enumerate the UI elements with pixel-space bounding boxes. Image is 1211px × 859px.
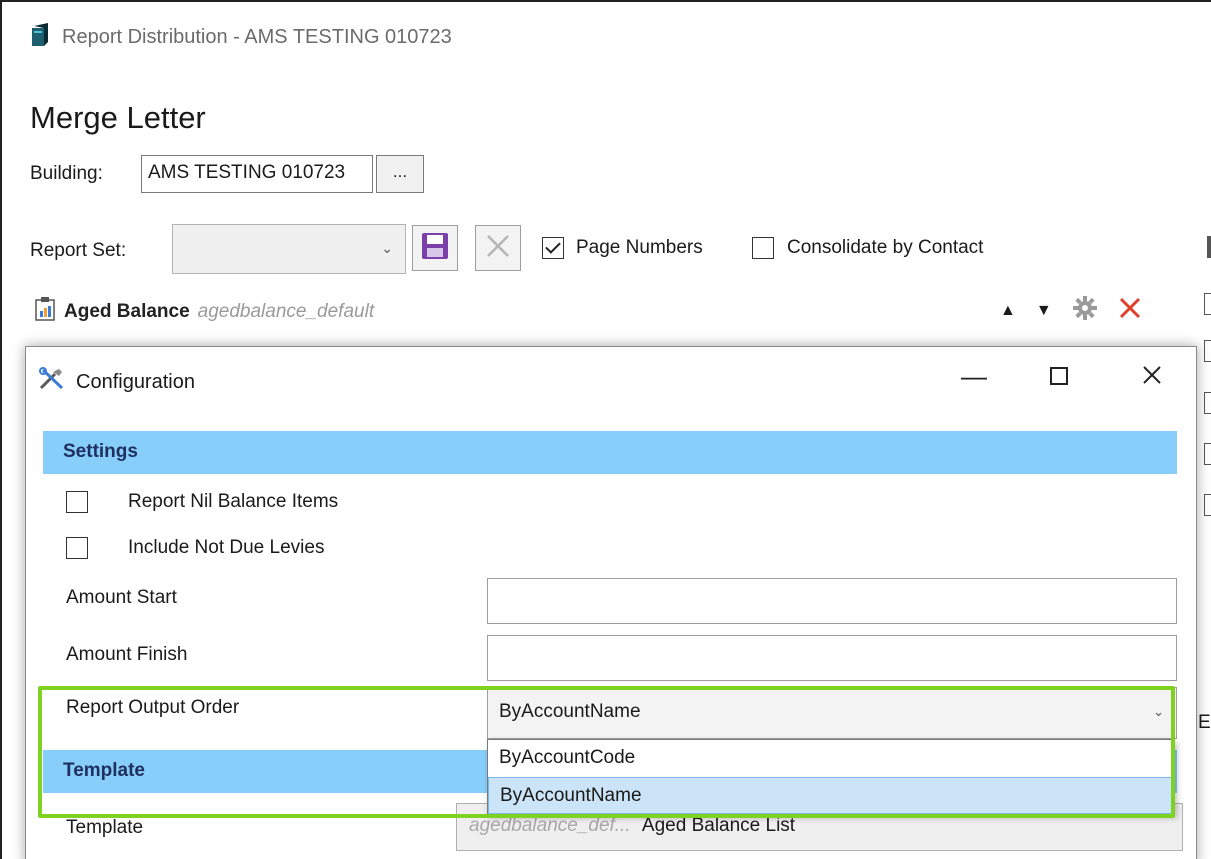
report-set-dropdown[interactable]: ⌄ <box>172 224 406 274</box>
edge-marker <box>1207 236 1211 258</box>
chevron-down-icon: ⌄ <box>1153 704 1164 719</box>
save-report-set-button[interactable] <box>412 225 458 271</box>
output-order-label: Report Output Order <box>66 697 240 718</box>
option-by-account-name[interactable]: ByAccountName <box>488 777 1174 814</box>
tools-icon <box>38 367 66 397</box>
gear-icon[interactable] <box>1072 295 1098 326</box>
template-label: Template <box>66 817 144 838</box>
report-document-icon <box>34 297 56 327</box>
app-logo-icon <box>30 22 52 53</box>
window-title: Report Distribution - AMS TESTING 010723 <box>62 26 452 48</box>
amount-start-input[interactable] <box>487 578 1177 624</box>
report-item-row[interactable]: Aged Balance agedbalance_default <box>34 297 374 327</box>
window-title-bar: Report Distribution - AMS TESTING 010723 <box>30 22 452 53</box>
report-item-toolbar: ▲ ▼ <box>1000 295 1142 326</box>
include-not-due-checkbox[interactable] <box>66 537 88 559</box>
edge-checkbox <box>1204 494 1211 516</box>
report-item-name: Aged Balance <box>64 301 190 322</box>
dialog-title: Configuration <box>76 370 195 393</box>
move-down-icon[interactable]: ▼ <box>1036 302 1052 320</box>
template-name: Aged Balance List <box>641 815 796 836</box>
include-not-due-row: Include Not Due Levies <box>66 537 324 559</box>
close-icon <box>1142 361 1162 391</box>
include-not-due-label: Include Not Due Levies <box>128 537 325 558</box>
close-dialog-button[interactable] <box>1129 361 1175 392</box>
report-nil-row: Report Nil Balance Items <box>66 491 338 513</box>
close-icon <box>484 232 512 265</box>
maximize-icon <box>1050 367 1068 385</box>
edge-checkbox <box>1204 293 1211 315</box>
edge-checkbox <box>1204 443 1211 465</box>
dialog-title-bar: Configuration <box>38 367 195 397</box>
page-numbers-label: Page Numbers <box>576 237 703 258</box>
edge-checkbox <box>1204 340 1211 362</box>
page-numbers-checkbox[interactable] <box>542 237 564 259</box>
move-up-icon[interactable]: ▲ <box>1000 302 1016 320</box>
output-order-dropdown[interactable]: ByAccountName ⌄ <box>487 687 1177 739</box>
page-title: Merge Letter <box>30 100 206 135</box>
settings-section-header: Settings <box>43 431 1177 474</box>
minimize-button[interactable]: — <box>951 361 997 392</box>
building-field[interactable]: AMS TESTING 010723 <box>141 155 373 193</box>
template-code: agedbalance_def... <box>469 815 631 836</box>
consolidate-checkbox[interactable] <box>752 237 774 259</box>
report-nil-label: Report Nil Balance Items <box>128 491 339 512</box>
delete-icon[interactable] <box>1118 296 1142 325</box>
amount-start-label: Amount Start <box>66 587 177 608</box>
edge-checkbox <box>1204 392 1211 414</box>
report-item-template: agedbalance_default <box>197 301 375 322</box>
edge-text: E <box>1198 712 1211 733</box>
consolidate-label: Consolidate by Contact <box>787 237 984 258</box>
output-order-value: ByAccountName <box>499 701 641 722</box>
delete-report-set-button[interactable] <box>475 225 521 271</box>
chevron-down-icon: ⌄ <box>381 240 393 256</box>
report-set-label: Report Set: <box>30 240 127 261</box>
configuration-dialog: Configuration — Settings Report Nil Bala… <box>25 346 1197 859</box>
browse-building-button[interactable]: ... <box>376 155 424 193</box>
save-icon <box>420 231 450 266</box>
report-nil-checkbox[interactable] <box>66 491 88 513</box>
output-order-options-list: ByAccountCode ByAccountName <box>487 739 1175 815</box>
amount-finish-input[interactable] <box>487 635 1177 681</box>
maximize-button[interactable] <box>1036 361 1082 392</box>
option-by-account-code[interactable]: ByAccountCode <box>488 740 1174 777</box>
amount-finish-label: Amount Finish <box>66 644 188 665</box>
building-label: Building: <box>30 163 103 184</box>
